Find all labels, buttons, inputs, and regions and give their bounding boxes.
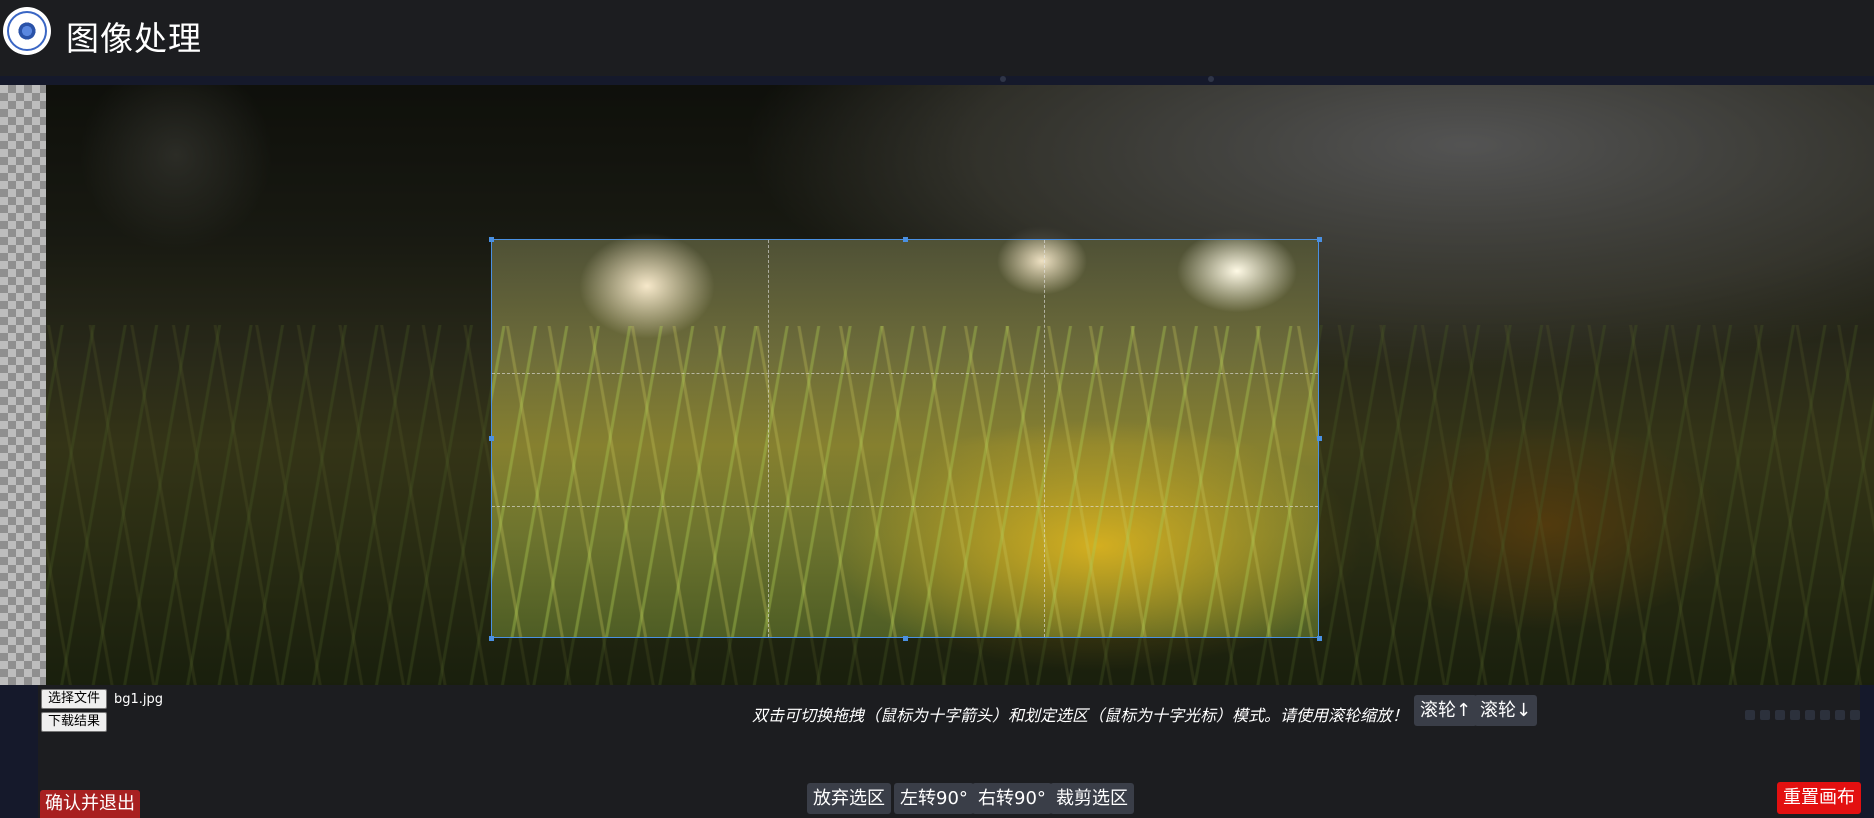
download-button[interactable]: 下载结果 xyxy=(41,712,108,732)
crop-selection[interactable] xyxy=(491,239,1319,638)
discard-selection-button[interactable]: 放弃选区 xyxy=(807,783,891,814)
grid-line xyxy=(768,240,769,637)
usage-hint: 双击可切换拖拽（鼠标为十字箭头）和划定选区（鼠标为十字光标）模式。请使用滚轮缩放… xyxy=(752,706,1409,725)
resize-handle-n[interactable] xyxy=(903,237,908,242)
resize-handle-ne[interactable] xyxy=(1317,237,1322,242)
wheel-up-button[interactable]: 滚轮↑ xyxy=(1414,695,1478,726)
app-header: 图像处理 xyxy=(0,0,1874,76)
rotate-left-button[interactable]: 左转90° xyxy=(894,783,974,814)
pagination-dots xyxy=(1745,710,1860,720)
resize-handle-sw[interactable] xyxy=(489,636,494,641)
confirm-exit-button[interactable]: 确认并退出 xyxy=(40,790,140,818)
grid-line xyxy=(1044,240,1045,637)
divider-strip xyxy=(0,76,1874,85)
resize-handle-w[interactable] xyxy=(489,436,494,441)
reset-canvas-button[interactable]: 重置画布 xyxy=(1777,782,1861,814)
wheel-down-button[interactable]: 滚轮↓ xyxy=(1474,695,1538,726)
resize-handle-se[interactable] xyxy=(1317,636,1322,641)
image-canvas[interactable] xyxy=(0,85,1874,685)
transparency-background xyxy=(0,85,46,685)
grid-line xyxy=(492,506,1318,507)
resize-handle-s[interactable] xyxy=(903,636,908,641)
resize-handle-nw[interactable] xyxy=(489,237,494,242)
resize-handle-e[interactable] xyxy=(1317,436,1322,441)
lotus-logo-icon xyxy=(3,7,51,55)
file-name: bg1.jpg xyxy=(114,692,164,707)
rotate-right-button[interactable]: 右转90° xyxy=(972,783,1052,814)
choose-file-button[interactable]: 选择文件 xyxy=(41,689,108,709)
grid-line xyxy=(492,373,1318,374)
page-title: 图像处理 xyxy=(66,19,202,58)
crop-selection-button[interactable]: 裁剪选区 xyxy=(1050,783,1134,814)
